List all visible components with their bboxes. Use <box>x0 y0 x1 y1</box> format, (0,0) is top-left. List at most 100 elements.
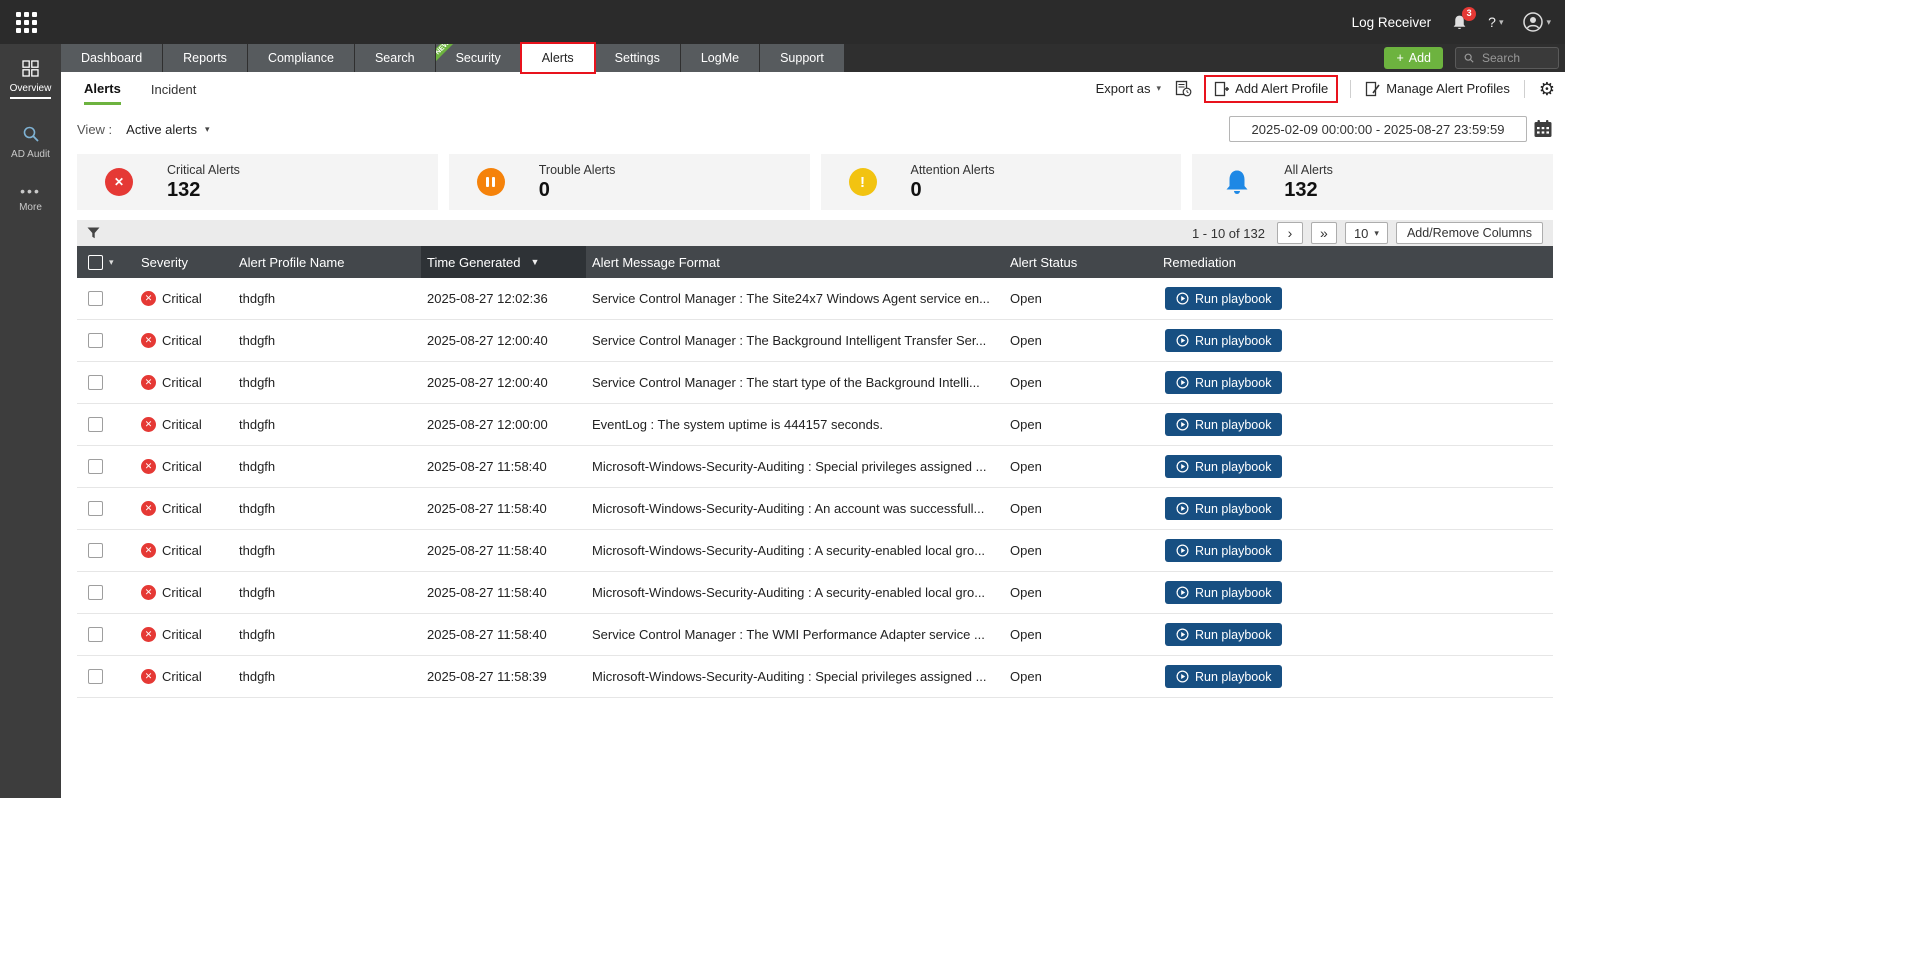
time-generated: 2025-08-27 12:00:40 <box>427 375 548 390</box>
row-checkbox[interactable] <box>88 543 103 558</box>
attention-alerts-card[interactable]: ! Attention Alerts 0 <box>820 154 1182 210</box>
subtab-incident[interactable]: Incident <box>151 74 197 103</box>
settings-gear-icon[interactable]: ⚙ <box>1539 80 1555 98</box>
tab-compliance[interactable]: Compliance <box>247 44 354 72</box>
add-button[interactable]: + Add <box>1384 47 1443 69</box>
card-count: 0 <box>538 178 550 201</box>
row-checkbox[interactable] <box>88 501 103 516</box>
table-row: ✕ Critical thdgfh 2025-08-27 12:00:00 Ev… <box>77 404 1553 446</box>
trouble-alerts-card[interactable]: Trouble Alerts 0 <box>448 154 810 210</box>
divider <box>1350 79 1352 98</box>
subtab-alerts[interactable]: Alerts <box>84 73 121 105</box>
run-playbook-button[interactable]: Run playbook <box>1165 413 1283 436</box>
apps-grid-icon[interactable] <box>16 11 37 33</box>
row-checkbox[interactable] <box>88 627 103 642</box>
critical-severity-icon: ✕ <box>141 543 156 558</box>
tab-support[interactable]: Support <box>760 44 844 72</box>
alert-message[interactable]: Microsoft-Windows-Security-Auditing : Sp… <box>586 669 1004 684</box>
run-playbook-button[interactable]: Run playbook <box>1165 371 1283 394</box>
run-playbook-button[interactable]: Run playbook <box>1165 329 1283 352</box>
date-range-input[interactable] <box>1229 116 1527 142</box>
table-row: ✕ Critical thdgfh 2025-08-27 12:00:40 Se… <box>77 320 1553 362</box>
sidebar-item-overview[interactable]: Overview <box>0 60 61 99</box>
severity-label: Critical <box>162 291 202 306</box>
last-page-button[interactable]: » <box>1310 222 1337 244</box>
search-icon <box>1464 53 1474 63</box>
row-checkbox[interactable] <box>88 375 103 390</box>
calendar-icon[interactable] <box>1533 119 1553 139</box>
severity-label: Critical <box>162 585 202 600</box>
alert-message[interactable]: Service Control Manager : The Site24x7 W… <box>586 291 1004 306</box>
col-header-alert-status[interactable]: Alert Status <box>1004 255 1157 270</box>
select-menu-caret-icon[interactable]: ▾ <box>109 257 114 268</box>
help-menu[interactable]: ? ▾ <box>1488 14 1503 30</box>
filter-funnel-icon[interactable] <box>87 227 100 239</box>
alert-message[interactable]: Microsoft-Windows-Security-Auditing : An… <box>586 501 1004 516</box>
tab-label: Settings <box>614 51 660 65</box>
view-select[interactable]: Active alerts ▾ <box>126 122 209 137</box>
next-page-button[interactable]: › <box>1276 222 1303 244</box>
col-header-alert-profile-name[interactable]: Alert Profile Name <box>233 255 421 270</box>
time-generated: 2025-08-27 11:58:40 <box>427 459 547 474</box>
product-name: Log Receiver <box>1351 14 1432 30</box>
critical-severity-icon: ✕ <box>141 501 156 516</box>
global-search-box[interactable] <box>1455 47 1559 69</box>
sidebar: Overview AD Audit ••• More <box>0 44 61 798</box>
page-size-select[interactable]: 10 ▾ <box>1344 222 1388 244</box>
alert-message[interactable]: Service Control Manager : The WMI Perfor… <box>586 627 1004 642</box>
sidebar-item-ad-audit[interactable]: AD Audit <box>0 125 61 160</box>
col-header-severity[interactable]: Severity <box>135 255 233 270</box>
all-alerts-card[interactable]: All Alerts 132 <box>1192 154 1553 210</box>
manage-alert-profiles-button[interactable]: Manage Alert Profiles <box>1365 81 1510 97</box>
tab-security[interactable]: NEW Security <box>435 44 521 72</box>
run-playbook-button[interactable]: Run playbook <box>1165 539 1283 562</box>
row-checkbox[interactable] <box>88 459 103 474</box>
schedule-report-icon[interactable] <box>1175 80 1192 97</box>
notifications-bell-icon[interactable]: 3 <box>1451 6 1477 31</box>
select-all-checkbox[interactable] <box>88 254 103 270</box>
search-input[interactable] <box>1480 50 1550 66</box>
run-playbook-button[interactable]: Run playbook <box>1165 455 1283 478</box>
tab-reports[interactable]: Reports <box>163 44 247 72</box>
summary-cards: ✕ Critical Alerts 132 Trouble Alerts 0 ! <box>77 154 1553 210</box>
user-menu[interactable]: ▾ <box>1523 12 1551 32</box>
row-checkbox[interactable] <box>88 585 103 600</box>
alert-status: Open <box>1010 585 1042 600</box>
run-playbook-button[interactable]: Run playbook <box>1165 581 1283 604</box>
critical-alerts-card[interactable]: ✕ Critical Alerts 132 <box>77 154 438 210</box>
tab-logme[interactable]: LogMe <box>680 44 760 72</box>
alert-profile-name: thdgfh <box>239 585 276 600</box>
alerts-table: ▾ Severity Alert Profile Name Time Gener… <box>77 246 1553 698</box>
tab-alerts[interactable]: Alerts <box>521 44 594 72</box>
col-header-alert-message-format[interactable]: Alert Message Format <box>586 255 1004 270</box>
run-playbook-button[interactable]: Run playbook <box>1165 623 1283 646</box>
critical-severity-icon: ✕ <box>141 627 156 642</box>
alert-message[interactable]: Service Control Manager : The start type… <box>586 375 1004 390</box>
row-checkbox[interactable] <box>88 417 103 432</box>
run-playbook-button[interactable]: Run playbook <box>1165 497 1283 520</box>
add-remove-columns-button[interactable]: Add/Remove Columns <box>1395 222 1543 244</box>
critical-severity-icon: ✕ <box>141 585 156 600</box>
col-header-time-generated[interactable]: Time Generated ▼ <box>421 246 586 278</box>
tab-dashboard[interactable]: Dashboard <box>61 44 163 72</box>
run-playbook-button[interactable]: Run playbook <box>1165 665 1283 688</box>
row-checkbox[interactable] <box>88 291 103 306</box>
sidebar-item-more[interactable]: ••• More <box>0 184 61 213</box>
tab-search[interactable]: Search <box>354 44 435 72</box>
alert-profile-name: thdgfh <box>239 669 276 684</box>
alert-message[interactable]: Service Control Manager : The Background… <box>586 333 1004 348</box>
row-checkbox[interactable] <box>88 333 103 348</box>
export-as-menu[interactable]: Export as ▾ <box>1096 81 1161 96</box>
alert-message[interactable]: Microsoft-Windows-Security-Auditing : A … <box>586 543 1004 558</box>
col-header-remediation[interactable]: Remediation <box>1157 255 1553 270</box>
alert-message[interactable]: EventLog : The system uptime is 444157 s… <box>586 417 1004 432</box>
alert-message[interactable]: Microsoft-Windows-Security-Auditing : A … <box>586 585 1004 600</box>
avatar-icon <box>1523 12 1544 32</box>
alert-message[interactable]: Microsoft-Windows-Security-Auditing : Sp… <box>586 459 1004 474</box>
tab-settings[interactable]: Settings <box>594 44 680 72</box>
run-playbook-button[interactable]: Run playbook <box>1165 287 1283 310</box>
add-alert-profile-button[interactable]: Add Alert Profile <box>1206 77 1336 101</box>
run-playbook-label: Run playbook <box>1195 501 1272 516</box>
row-checkbox[interactable] <box>88 669 103 684</box>
table-row: ✕ Critical thdgfh 2025-08-27 11:58:39 Mi… <box>77 656 1553 698</box>
